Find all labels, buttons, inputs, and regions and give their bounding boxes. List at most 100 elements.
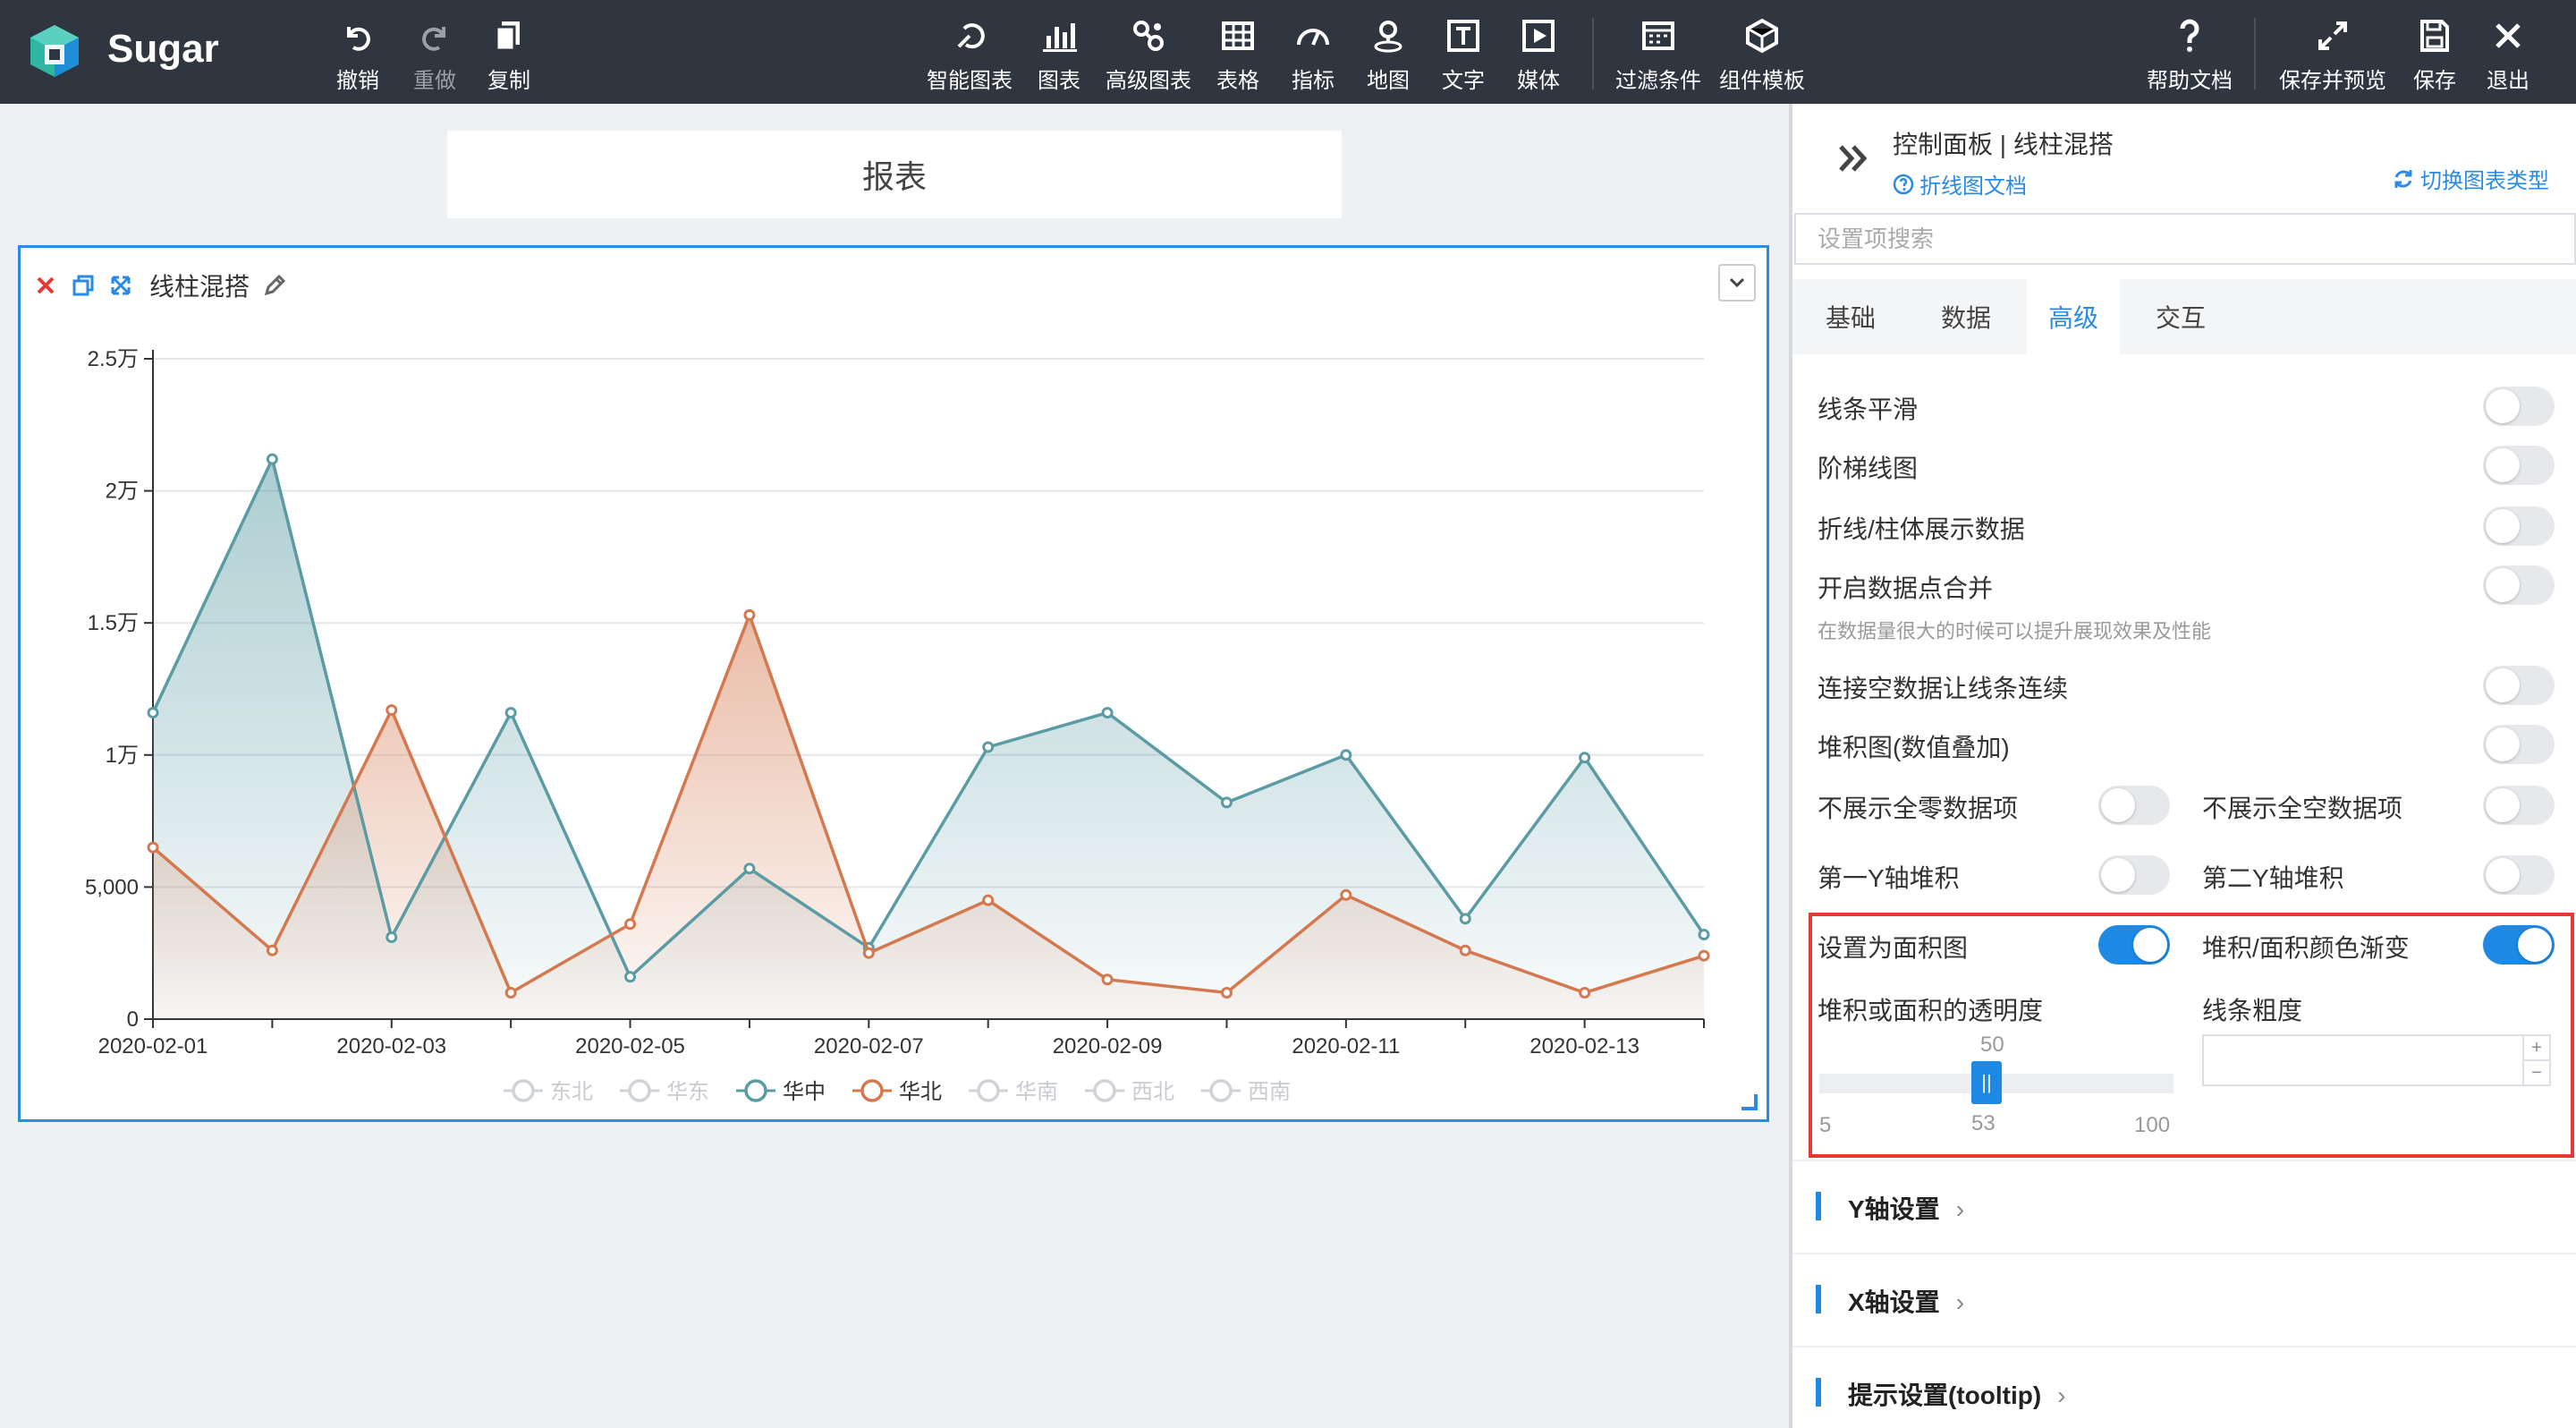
increment-button[interactable]: + (2524, 1036, 2549, 1061)
text-button[interactable]: 文字 (1442, 16, 1485, 94)
data-point (1101, 707, 1114, 719)
card-menu-dropdown[interactable] (1718, 264, 1756, 302)
data-point (1459, 944, 1471, 956)
legend-item-label[interactable]: 西南 (1248, 1080, 1291, 1104)
slider-min: 5 (1819, 1113, 1832, 1137)
toolbar-divider (1592, 18, 1594, 89)
double-chevron-right-icon[interactable] (1832, 136, 1877, 181)
indicator-label: 指标 (1292, 69, 1335, 93)
legend-item-label[interactable]: 西北 (1131, 1080, 1174, 1104)
opacity-label: 堆积或面积的透明度 (1818, 997, 2044, 1024)
section-x-axis[interactable]: X轴设置 › (1792, 1253, 2576, 1346)
undo-icon (347, 27, 370, 51)
bar-chart-icon (1043, 23, 1077, 52)
help-button[interactable]: 帮助文档 (2147, 16, 2233, 94)
undo-label: 撤销 (336, 69, 379, 93)
area-chart-toggle[interactable] (2098, 925, 2170, 965)
data-point (862, 947, 875, 959)
legend-item-label[interactable]: 华中 (783, 1080, 826, 1104)
line-width-label: 线条粗度 (2202, 997, 2303, 1024)
delete-icon[interactable] (33, 273, 58, 298)
media-button[interactable]: 媒体 (1517, 16, 1560, 94)
control-panel: 控制面板 | 线柱混搭 折线图文档 切换图表类型 基础 数据 高级 交互 线条平… (1789, 104, 2576, 1428)
data-point (504, 707, 517, 719)
legend-item-label[interactable]: 华北 (899, 1080, 942, 1104)
hide-all-null-toggle[interactable] (2483, 786, 2555, 825)
chart-card[interactable]: 0 5,000 1万 1.5万 2万 2.5万 2020-02-01 2020-02-03 20… (18, 245, 1769, 1122)
section-accent-bar (1816, 1378, 1821, 1407)
switch-chart-type-button[interactable]: 切换图表类型 (2392, 163, 2549, 194)
copy-icon (495, 21, 520, 52)
tab-interaction[interactable]: 交互 (2136, 279, 2225, 354)
legend-item-label[interactable]: 华东 (666, 1080, 709, 1104)
resize-handle[interactable] (1741, 1094, 1758, 1110)
map-button[interactable]: 地图 (1367, 16, 1410, 94)
component-template-button[interactable]: 组件模板 (1719, 16, 1805, 94)
connect-nulls-toggle[interactable] (2483, 666, 2555, 705)
tab-basic[interactable]: 基础 (1810, 279, 1891, 354)
report-title[interactable]: 报表 (447, 131, 1342, 218)
section-y-axis[interactable]: Y轴设置 › (1792, 1160, 2576, 1253)
settings-search-input[interactable] (1794, 213, 2576, 265)
fullscreen-icon[interactable] (108, 273, 133, 298)
y1-stack-toggle[interactable] (2098, 855, 2170, 895)
advanced-chart-button[interactable]: 高级图表 (1106, 16, 1191, 94)
component-template-label: 组件模板 (1719, 69, 1805, 93)
decrement-button[interactable]: − (2524, 1061, 2549, 1084)
undo-button[interactable]: 撤销 (336, 16, 379, 94)
gradient-toggle[interactable] (2483, 925, 2555, 965)
exit-button[interactable]: 退出 (2487, 16, 2529, 94)
smooth-line-toggle[interactable] (2483, 387, 2555, 426)
data-point (386, 931, 398, 943)
redo-button[interactable]: 重做 (413, 16, 456, 94)
line-chart-doc-link[interactable]: 折线图文档 (1893, 168, 2027, 200)
copy-button[interactable]: 复制 (487, 16, 530, 94)
chart-button[interactable]: 图表 (1038, 16, 1080, 94)
section-tooltip[interactable]: 提示设置(tooltip) › (1792, 1346, 2576, 1428)
tab-data[interactable]: 数据 (1921, 279, 2011, 354)
duplicate-icon[interactable] (71, 273, 96, 298)
smart-chart-button[interactable]: 智能图表 (927, 16, 1013, 94)
data-point (386, 704, 398, 717)
help-label: 帮助文档 (2147, 69, 2233, 93)
line-width-input[interactable]: + − (2202, 1034, 2551, 1086)
gradient-label: 堆积/面积颜色渐变 (2202, 934, 2410, 962)
legend-item-label[interactable]: 东北 (550, 1080, 593, 1104)
data-point (147, 707, 159, 719)
advanced-chart-label: 高级图表 (1106, 69, 1191, 93)
x-tick-label: 2020-02-09 (1053, 1034, 1163, 1058)
data-point (624, 918, 637, 931)
step-line-toggle[interactable] (2483, 446, 2555, 485)
legend-item-label[interactable]: 华南 (1015, 1080, 1058, 1104)
calendar-filter-icon (1642, 21, 1674, 50)
opacity-slider-handle[interactable]: || (1971, 1061, 2002, 1104)
save-preview-button[interactable]: 保存并预览 (2279, 16, 2386, 94)
exit-label: 退出 (2487, 69, 2529, 93)
tab-advanced[interactable]: 高级 (2027, 279, 2120, 354)
x-tick-label: 2020-02-07 (814, 1034, 924, 1058)
legend-marker (1093, 1079, 1116, 1102)
hide-all-null-label: 不展示全空数据项 (2202, 795, 2403, 822)
x-tick-label: 2020-02-11 (1292, 1034, 1400, 1058)
x-tick-label: 2020-02-05 (575, 1034, 685, 1058)
show-data-toggle[interactable] (2483, 506, 2555, 546)
advanced-chart-icon (1133, 21, 1164, 51)
hide-all-zero-label: 不展示全零数据项 (1818, 795, 2019, 822)
text-icon (1447, 20, 1479, 52)
save-button[interactable]: 保存 (2413, 16, 2456, 94)
table-button[interactable]: 表格 (1216, 16, 1259, 94)
hide-all-zero-toggle[interactable] (2098, 786, 2170, 825)
edit-pencil-icon[interactable] (262, 273, 287, 298)
indicator-button[interactable]: 指标 (1292, 16, 1335, 94)
filter-button[interactable]: 过滤条件 (1615, 16, 1701, 94)
stepper: + − (2522, 1036, 2549, 1084)
merge-points-toggle[interactable] (2483, 565, 2555, 605)
question-icon (2180, 19, 2199, 52)
filter-label: 过滤条件 (1615, 69, 1701, 93)
y2-stack-toggle[interactable] (2483, 855, 2555, 895)
section-title: 提示设置(tooltip) › (1848, 1381, 2066, 1409)
stack-toggle[interactable] (2483, 725, 2555, 764)
show-data-label: 折线/柱体展示数据 (1818, 515, 2025, 543)
x-tick-label: 2020-02-01 (98, 1034, 208, 1058)
save-disk-icon (2420, 20, 2449, 52)
